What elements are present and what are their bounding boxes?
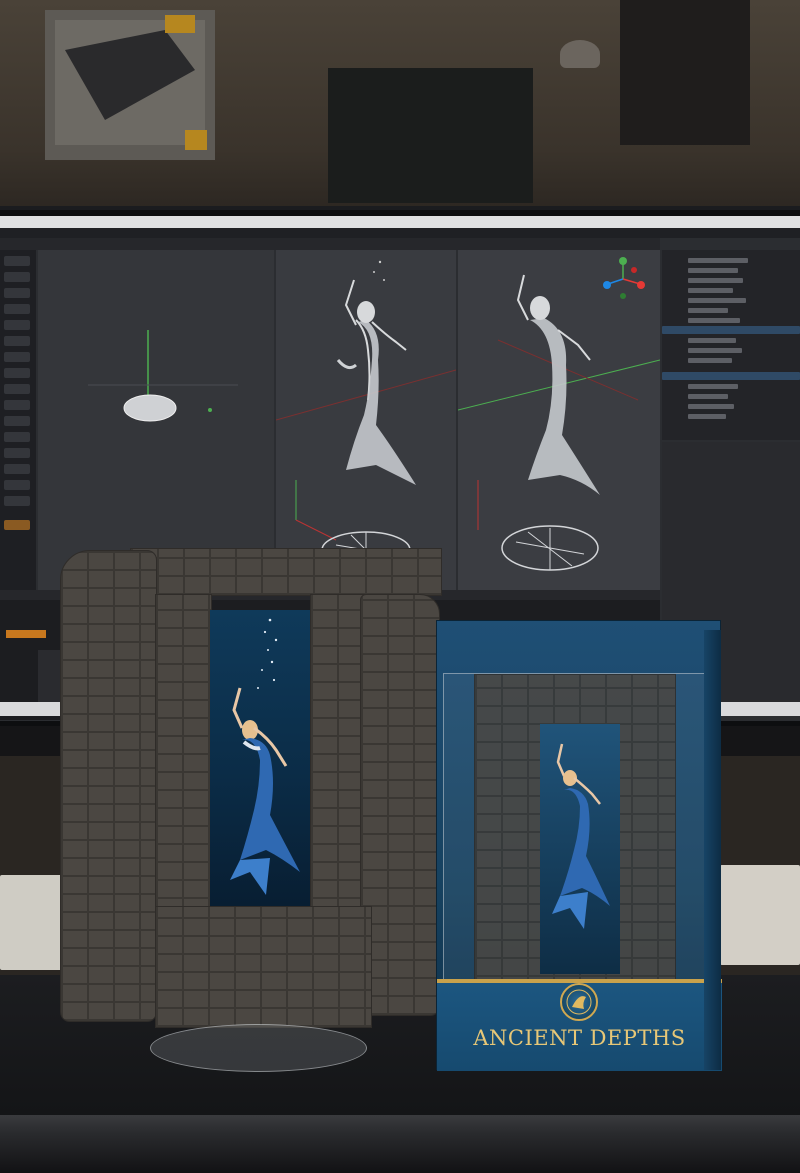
viewport-left[interactable]: [38, 250, 274, 590]
wall-frame: [328, 68, 533, 203]
tool-button[interactable]: [4, 416, 30, 426]
outliner-item[interactable]: [688, 278, 743, 283]
background-wall: [0, 0, 800, 215]
desk-edge: [0, 1115, 800, 1173]
statue-base: [155, 906, 372, 1028]
axis-gizmo-icon[interactable]: [598, 254, 648, 304]
tool-button[interactable]: [4, 336, 30, 346]
tool-button[interactable]: [4, 352, 30, 362]
tool-button[interactable]: [4, 320, 30, 330]
box-window: [443, 673, 707, 996]
outliner-item[interactable]: [688, 404, 734, 409]
tool-button[interactable]: [4, 368, 30, 378]
paper-stack-right: [720, 865, 800, 965]
box-mermaid-figure: [552, 743, 610, 929]
outliner-item-selected[interactable]: [662, 372, 800, 380]
outliner-item-selected[interactable]: [662, 326, 800, 334]
app-titlebar: [0, 216, 800, 228]
mermaid-figure: [230, 618, 300, 895]
tool-button[interactable]: [4, 480, 30, 490]
tool-button[interactable]: [4, 400, 30, 410]
tool-button[interactable]: [4, 256, 30, 266]
tool-button[interactable]: [4, 304, 30, 314]
tool-button[interactable]: [4, 272, 30, 282]
outliner-item[interactable]: [688, 298, 746, 303]
tool-button[interactable]: [4, 448, 30, 458]
product-box: ANCIENT DEPTHS: [436, 620, 722, 1071]
outliner-item[interactable]: [688, 258, 748, 263]
outliner-item[interactable]: [688, 318, 740, 323]
viewport-right[interactable]: [457, 250, 661, 590]
outliner-item[interactable]: [688, 384, 738, 389]
statue-top-lintel: [130, 548, 442, 596]
outliner-item[interactable]: [688, 348, 742, 353]
box-statue-water: [540, 724, 620, 974]
scene-outliner[interactable]: [662, 250, 800, 440]
outliner-item[interactable]: [688, 268, 738, 273]
tool-button[interactable]: [4, 288, 30, 298]
viewport-center[interactable]: [275, 250, 457, 590]
outliner-item[interactable]: [688, 338, 736, 343]
tool-button[interactable]: [4, 496, 30, 506]
lamp: [560, 40, 600, 68]
tool-panel[interactable]: [0, 250, 36, 590]
statue-right-ruin: [360, 594, 440, 1016]
mermaid-model-view: [275, 260, 457, 569]
poster-art: [55, 15, 207, 150]
emblem-art: [566, 989, 592, 1015]
box-body: ANCIENT DEPTHS: [436, 620, 722, 1071]
tool-button[interactable]: [4, 464, 30, 474]
product-title: ANCIENT DEPTHS: [473, 1026, 686, 1050]
outliner-item[interactable]: [688, 414, 726, 419]
app-toolbar[interactable]: [0, 238, 660, 250]
tool-button[interactable]: [4, 384, 30, 394]
tool-button[interactable]: [4, 432, 30, 442]
outliner-item[interactable]: [688, 288, 733, 293]
statue-water-window: [210, 610, 310, 906]
viewport-left-scene: [88, 330, 238, 422]
outliner-item[interactable]: [688, 358, 732, 363]
mermaid-emblem-icon: [560, 983, 598, 1021]
clear-display-base: [150, 1024, 367, 1072]
tool-button-active[interactable]: [4, 520, 30, 530]
box-label: ANCIENT DEPTHS: [437, 983, 722, 1071]
app-menubar[interactable]: [0, 228, 800, 238]
temple-ruin-statue: [60, 548, 455, 1033]
outliner-item[interactable]: [688, 308, 728, 313]
wall-poster: [45, 10, 215, 160]
box-side-panel: [704, 630, 721, 1070]
wall-frame-right: [620, 0, 750, 145]
statue-left-ruin: [60, 550, 157, 1022]
outliner-item[interactable]: [688, 394, 728, 399]
